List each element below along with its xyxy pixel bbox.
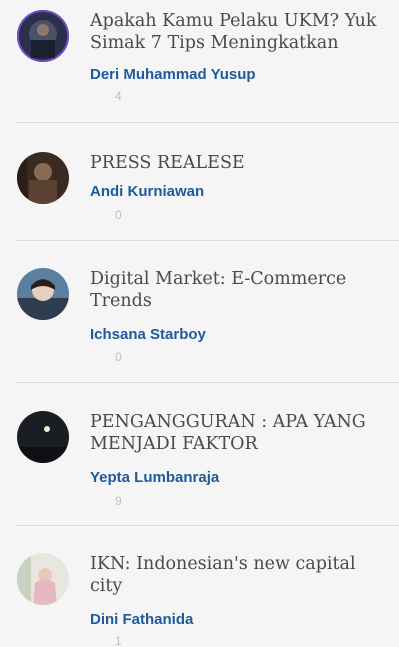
article-count: 1 <box>115 634 122 647</box>
article-count: 0 <box>115 350 122 364</box>
article-count: 9 <box>115 494 122 508</box>
article-title[interactable]: IKN: Indonesian's new capital city <box>90 553 390 597</box>
author-avatar[interactable] <box>17 152 69 204</box>
divider <box>16 525 399 526</box>
author-avatar[interactable] <box>17 411 69 463</box>
divider <box>16 240 399 241</box>
article-list: Apakah Kamu Pelaku UKM? Yuk Simak 7 Tips… <box>0 0 399 647</box>
author-avatar[interactable] <box>17 10 69 62</box>
article-count: 0 <box>115 208 122 222</box>
article-title[interactable]: Apakah Kamu Pelaku UKM? Yuk Simak 7 Tips… <box>90 10 390 54</box>
article-title[interactable]: PRESS REALESE <box>90 152 390 174</box>
divider <box>16 382 399 383</box>
author-avatar[interactable] <box>17 553 69 605</box>
article-author[interactable]: Deri Muhammad Yusup <box>90 66 256 84</box>
author-avatar[interactable] <box>17 268 69 320</box>
divider <box>16 122 399 123</box>
article-title[interactable]: PENGANGGURAN : APA YANG MENJADI FAKTOR <box>90 411 390 455</box>
article-count: 4 <box>115 89 122 103</box>
article-author[interactable]: Yepta Lumbanraja <box>90 469 219 487</box>
article-author[interactable]: Andi Kurniawan <box>90 183 204 201</box>
article-author[interactable]: Ichsana Starboy <box>90 326 206 344</box>
article-title[interactable]: Digital Market: E-Commerce Trends <box>90 268 390 312</box>
article-author[interactable]: Dini Fathanida <box>90 611 193 629</box>
